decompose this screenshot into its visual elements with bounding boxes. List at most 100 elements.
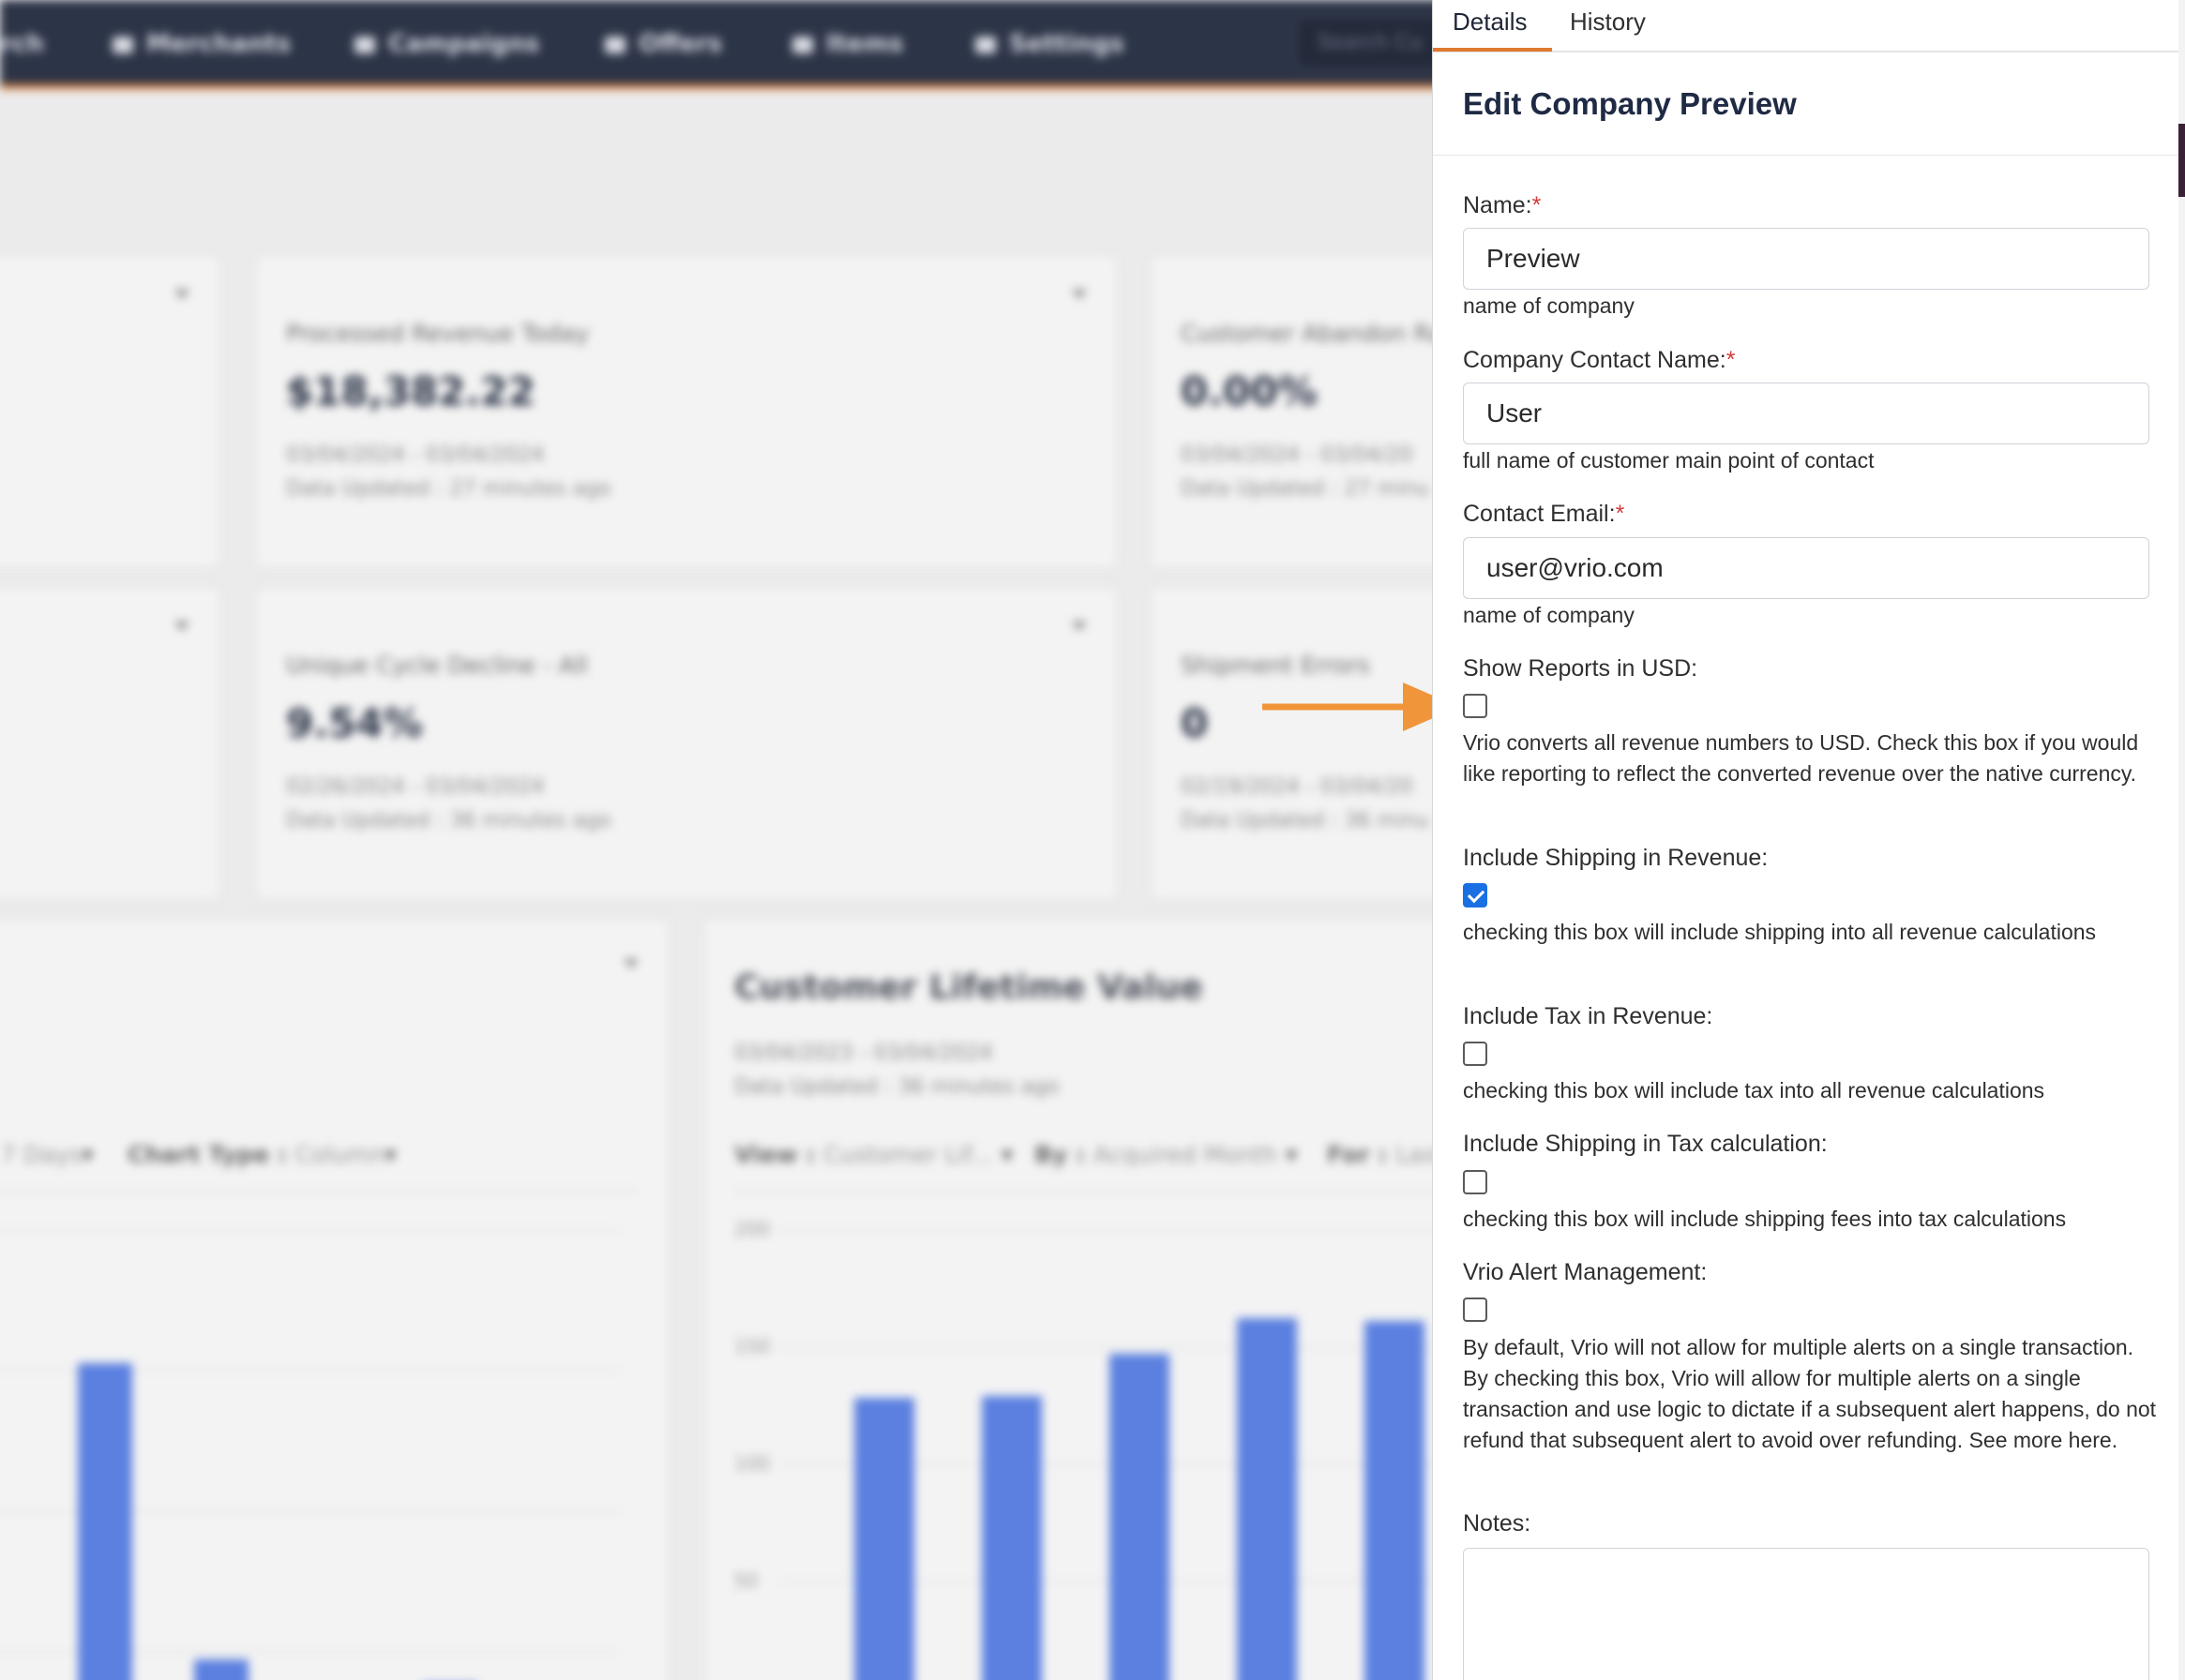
- page-edge-strip: [2178, 0, 2185, 1680]
- chart-card-left: 7 Days▾ Chart Type : Column▾: [0, 919, 670, 1680]
- nav-item-merchants[interactable]: Merchants: [113, 30, 291, 58]
- box-icon: [792, 36, 813, 53]
- chart-updated: Data Updated : 36 minutes ago: [734, 1075, 1060, 1099]
- chart-bar[interactable]: [1237, 1318, 1297, 1680]
- shipping-in-tax-checkbox[interactable]: [1463, 1170, 1487, 1194]
- show-usd-label: Show Reports in USD:: [1463, 655, 1698, 682]
- include-tax-label: Include Tax in Revenue:: [1463, 1003, 1713, 1029]
- megaphone-icon: [354, 36, 375, 53]
- metric-updated: Data Updated : 27 minutes ago: [286, 477, 611, 501]
- contact-email-input[interactable]: [1463, 537, 2149, 599]
- shipping-in-tax-help: checking this box will include shipping …: [1463, 1207, 2067, 1231]
- nav-item-campaigns[interactable]: Campaigns: [354, 30, 539, 58]
- required-marker: *: [1725, 347, 1736, 373]
- tab-history[interactable]: History: [1570, 8, 1646, 37]
- chart-bar[interactable]: [982, 1395, 1042, 1680]
- chevron-down-icon[interactable]: [174, 290, 189, 299]
- chart-filter-by[interactable]: By : Acquired Month ▾: [1034, 1141, 1297, 1168]
- chart-card-customer-lifetime-value: Customer Lifetime Value 03/04/2023 - 03/…: [703, 919, 1510, 1680]
- contact-name-help: full name of customer main point of cont…: [1463, 448, 1875, 472]
- contact-name-input[interactable]: [1463, 382, 2149, 444]
- chart-filter-view[interactable]: View : Customer Lif... ▾: [734, 1141, 1013, 1168]
- metric-label: Shipment Errors: [1181, 652, 1370, 679]
- chevron-down-icon[interactable]: [1072, 622, 1087, 631]
- top-navigation-bar: rch Merchants Campaigns Offers Items Set…: [0, 0, 1465, 89]
- metric-value: 0.00%: [1181, 368, 1318, 414]
- alert-management-label: Vrio Alert Management:: [1463, 1259, 1708, 1285]
- chevron-down-icon[interactable]: [624, 959, 639, 968]
- metric-updated: Data Updated : 27 minu: [1181, 477, 1429, 501]
- chart-bar[interactable]: [854, 1398, 914, 1680]
- chart-filter-type[interactable]: Chart Type : Column▾: [128, 1141, 397, 1168]
- active-tab-indicator: [1433, 48, 1552, 52]
- include-tax-checkbox[interactable]: [1463, 1042, 1487, 1066]
- contact-email-help: name of company: [1463, 603, 1635, 627]
- panel-title: Edit Company Preview: [1463, 86, 1797, 121]
- metric-value: $18,382.22: [286, 368, 535, 414]
- edit-company-panel: Details History Edit Company Preview Nam…: [1432, 0, 2178, 1680]
- settings-icon: [975, 36, 996, 53]
- required-marker: *: [1615, 501, 1625, 527]
- nav-item-offers[interactable]: Offers: [605, 30, 722, 58]
- chevron-down-icon[interactable]: [1072, 290, 1087, 299]
- metric-date-range: 02/19/2024 - 03/04/20: [1181, 775, 1413, 799]
- chart-filter-range[interactable]: 7 Days▾: [1, 1141, 94, 1168]
- metric-label: Customer Abandon Ra: [1181, 320, 1444, 347]
- notes-textarea[interactable]: [1463, 1548, 2149, 1680]
- tab-details[interactable]: Details: [1453, 8, 1527, 37]
- nav-item-settings[interactable]: Settings: [975, 30, 1124, 58]
- divider: [0, 1190, 639, 1192]
- include-shipping-help: checking this box will include shipping …: [1463, 920, 2097, 944]
- nav-item-items[interactable]: Items: [792, 30, 903, 58]
- chevron-down-icon[interactable]: [174, 622, 189, 631]
- name-label: Name:*: [1463, 192, 1542, 218]
- metric-card-cycle-decline: Unique Cycle Decline - All 9.54% 02/26/2…: [255, 587, 1118, 900]
- include-shipping-label: Include Shipping in Revenue:: [1463, 845, 1769, 871]
- metric-value: 0: [1181, 700, 1209, 746]
- chart-bar[interactable]: [78, 1362, 132, 1680]
- show-usd-checkbox[interactable]: [1463, 694, 1487, 718]
- name-input[interactable]: [1463, 228, 2149, 290]
- metric-card: [0, 255, 220, 568]
- metric-value: 9.54%: [286, 700, 423, 746]
- notes-label: Notes:: [1463, 1510, 1531, 1537]
- metric-card: [0, 587, 220, 900]
- shipping-in-tax-label: Include Shipping in Tax calculation:: [1463, 1131, 1828, 1157]
- chart-bar[interactable]: [1109, 1353, 1169, 1680]
- chart-title: Customer Lifetime Value: [734, 968, 1203, 1007]
- metric-card-processed-revenue: Processed Revenue Today $18,382.22 03/04…: [255, 255, 1118, 568]
- metric-date-range: 02/26/2024 - 03/04/2024: [286, 775, 545, 799]
- store-icon: [113, 36, 133, 53]
- tag-icon: [605, 36, 625, 53]
- include-shipping-checkbox[interactable]: [1463, 883, 1487, 908]
- chart-plot-area: 200 150 100 50: [704, 1201, 1509, 1680]
- panel-header: Edit Company Preview: [1433, 52, 2178, 156]
- chart-gridline: [0, 1229, 620, 1231]
- show-usd-help: Vrio converts all revenue numbers to USD…: [1463, 730, 2139, 786]
- metric-date-range: 03/04/2024 - 03/04/2024: [286, 443, 545, 467]
- chart-bar[interactable]: [1364, 1320, 1424, 1680]
- y-tick-label: 200: [734, 1218, 771, 1240]
- arrow-right-icon: [1262, 682, 1459, 731]
- y-tick-label: 50: [734, 1569, 759, 1592]
- metric-label: Unique Cycle Decline - All: [286, 652, 588, 679]
- metric-label: Processed Revenue Today: [286, 320, 590, 347]
- y-tick-label: 100: [734, 1452, 771, 1475]
- contact-email-label: Contact Email:*: [1463, 501, 1625, 527]
- metric-updated: Data Updated : 36 minu: [1181, 809, 1429, 832]
- panel-tabs: Details History: [1433, 0, 2178, 52]
- divider: [734, 1190, 1484, 1192]
- edge-accent: [2178, 124, 2185, 197]
- chart-filter-for[interactable]: For : Last: [1327, 1141, 1444, 1168]
- metric-updated: Data Updated : 36 minutes ago: [286, 809, 611, 832]
- alert-management-help: By default, Vrio will not allow for mult…: [1463, 1335, 2157, 1452]
- chart-gridline: [779, 1229, 1509, 1231]
- contact-name-label: Company Contact Name:*: [1463, 347, 1736, 373]
- include-tax-help: checking this box will include tax into …: [1463, 1078, 2045, 1102]
- nav-item-search[interactable]: rch: [0, 30, 44, 58]
- y-tick-label: 150: [734, 1335, 771, 1358]
- metric-date-range: 03/04/2024 - 03/04/20: [1181, 443, 1413, 467]
- alert-management-checkbox[interactable]: [1463, 1298, 1487, 1322]
- chart-bar[interactable]: [194, 1659, 249, 1680]
- chart-plot-area: [0, 1229, 639, 1680]
